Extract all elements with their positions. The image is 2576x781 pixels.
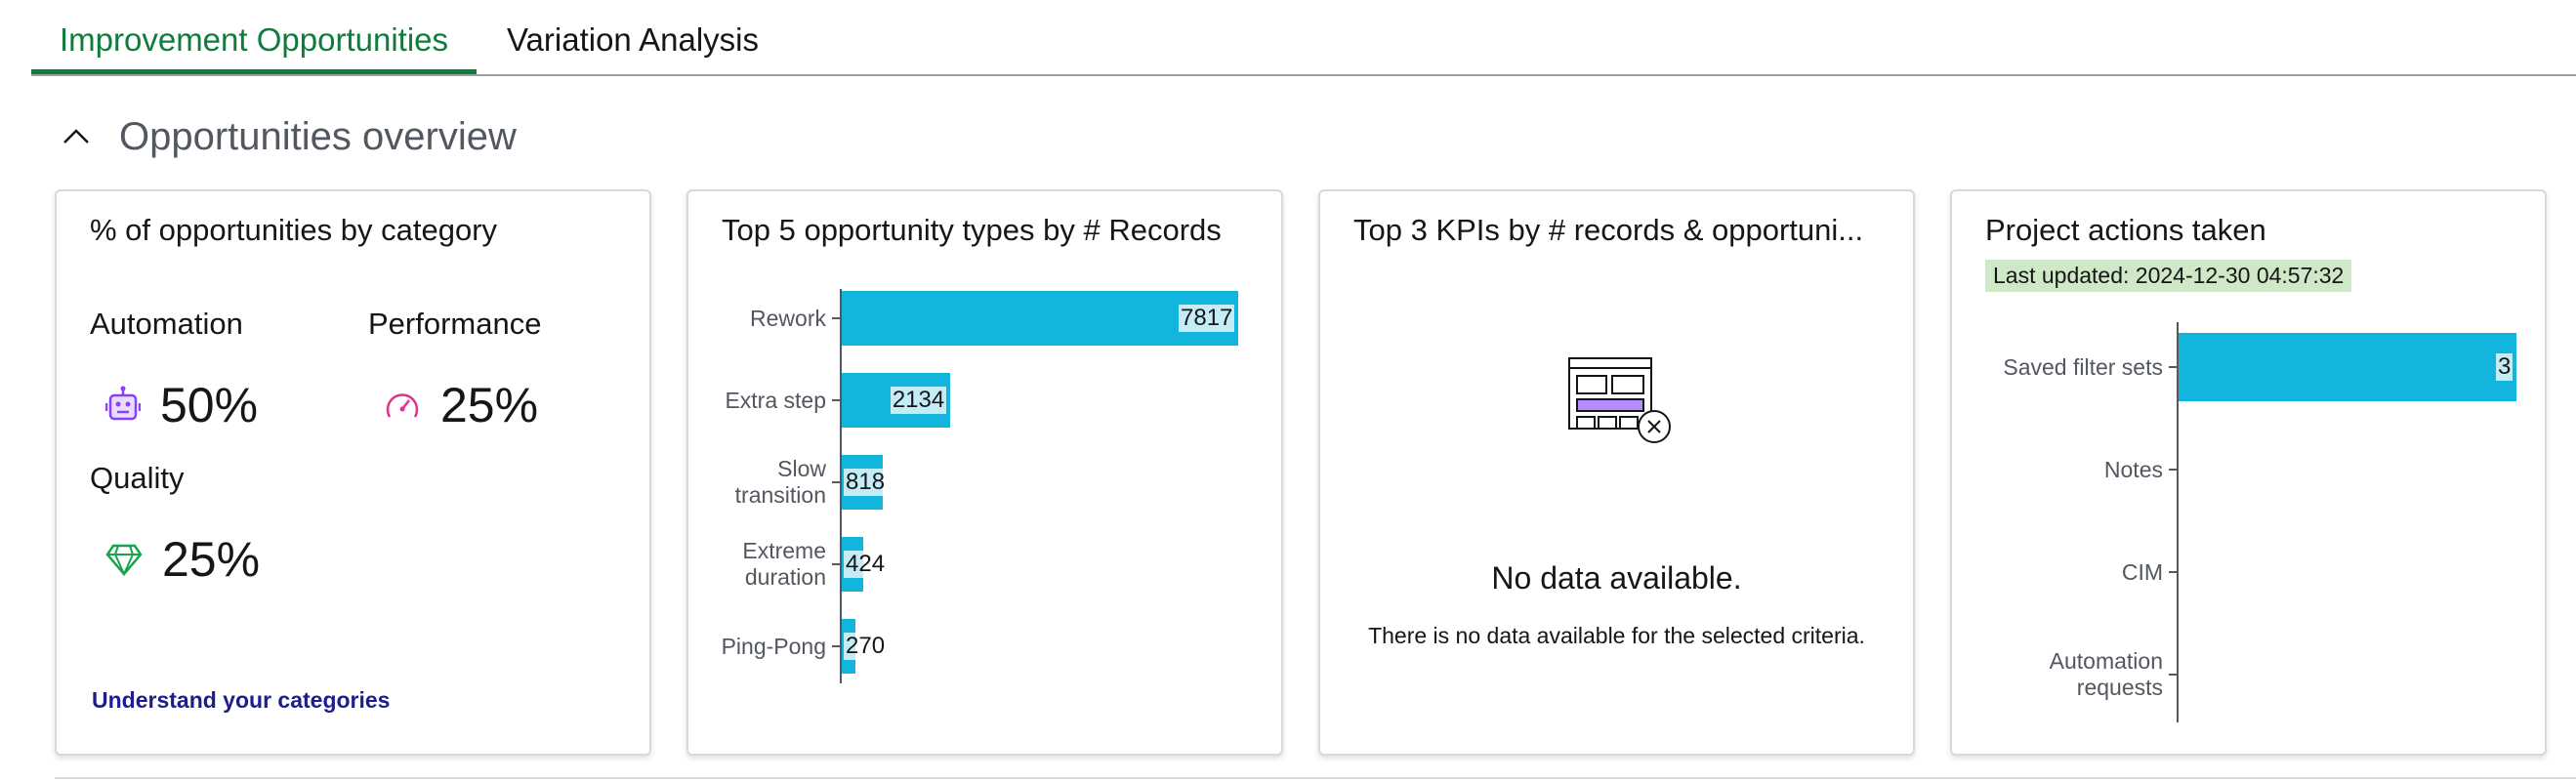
category-name-automation: Automation: [90, 307, 243, 341]
y-tick-label: CIM: [2121, 558, 2163, 585]
top3-kpis-card: Top 3 KPIs by # records & opportuni... N…: [1318, 189, 1915, 756]
category-value-automation: 50%: [160, 378, 259, 432]
no-data-title: No data available.: [1491, 560, 1742, 596]
robot-icon: [105, 386, 141, 421]
y-tick: [2169, 571, 2177, 573]
tab-variation-analysis[interactable]: Variation Analysis: [506, 0, 760, 72]
no-data-table-icon: [1568, 357, 1671, 443]
diamond-icon: [105, 544, 143, 577]
actions-bar-chart: Saved filter sets 3 Notes CIM Automation requ…: [1952, 191, 2549, 758]
y-tick-label: Extra step: [725, 387, 826, 413]
y-tick: [2169, 366, 2177, 368]
understand-categories-link[interactable]: Understand your categories: [92, 687, 390, 714]
category-performance: 25%: [384, 377, 538, 433]
categories-card: % of opportunities by category Automatio…: [55, 189, 651, 756]
card-title: Top 3 KPIs by # records & opportuni...: [1353, 213, 1864, 247]
bar-value-label: 2134: [890, 387, 947, 414]
y-tick: [832, 399, 840, 401]
y-tick: [2169, 674, 2177, 676]
category-name-performance: Performance: [368, 307, 542, 341]
y-tick: [832, 481, 840, 483]
bar-value-label: 3: [2496, 353, 2514, 381]
category-name-quality: Quality: [90, 461, 185, 495]
tab-bar: Improvement Opportunities Variation Anal…: [31, 0, 2576, 76]
y-tick-label: Extreme duration: [742, 538, 826, 590]
category-value-quality: 25%: [162, 532, 261, 587]
category-value-performance: 25%: [440, 378, 539, 432]
bar[interactable]: [2179, 333, 2516, 401]
y-tick: [832, 645, 840, 647]
bar-value-label: 7817: [1179, 305, 1235, 332]
no-data-message: There is no data available for the selec…: [1368, 623, 1865, 648]
top5-opportunities-card: Top 5 opportunity types by # Records Rew…: [686, 189, 1283, 756]
y-tick: [832, 563, 840, 565]
y-tick-label: Slow transition: [734, 456, 826, 508]
project-actions-card: Project actions taken Last updated: 2024…: [1950, 189, 2547, 756]
y-tick-label: Rework: [750, 305, 826, 331]
card-title: % of opportunities by category: [90, 213, 498, 247]
speedometer-icon: [386, 393, 419, 418]
bar-value-label: 818: [844, 469, 888, 496]
y-tick: [832, 317, 840, 319]
top5-bar-chart: Rework 7817 Extra step 2134 Slow transition 81…: [688, 191, 1285, 758]
section-header: Opportunities overview: [57, 107, 517, 166]
bar-value-label: 424: [844, 551, 888, 578]
y-tick: [2169, 469, 2177, 471]
category-quality: 25%: [105, 531, 260, 588]
tab-improvement-opportunities[interactable]: Improvement Opportunities: [31, 0, 477, 74]
category-automation: 50%: [105, 377, 258, 433]
chevron-up-icon[interactable]: [57, 117, 96, 156]
y-tick-label: Automation requests: [2049, 648, 2163, 700]
y-tick-label: Notes: [2103, 456, 2163, 482]
section-title: Opportunities overview: [119, 114, 517, 158]
section-divider: [55, 777, 2576, 779]
y-tick-label: Saved filter sets: [2003, 353, 2163, 380]
bar-value-label: 270: [844, 633, 888, 660]
y-tick-label: Ping-Pong: [721, 633, 826, 659]
